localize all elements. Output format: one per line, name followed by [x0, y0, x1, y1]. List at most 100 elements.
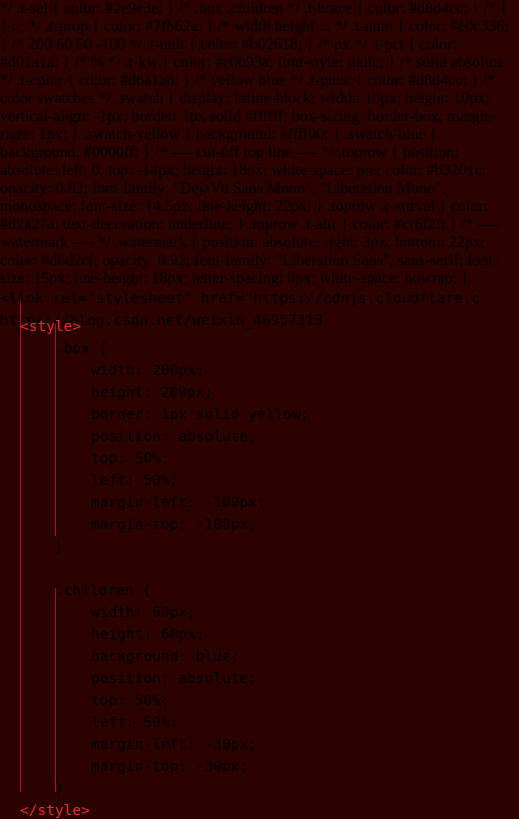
token-color: blue	[195, 649, 231, 665]
token-prop: margin-left	[91, 737, 188, 753]
token-punc: ;	[160, 451, 170, 467]
code-line[interactable]: </style>	[0, 800, 519, 819]
token-num: 200	[152, 363, 179, 379]
code-line[interactable]: top: 50%;	[0, 448, 519, 470]
token-punc: :	[134, 363, 153, 379]
token-pct: %	[152, 693, 161, 709]
code-line[interactable]: height: 200px;	[0, 382, 519, 404]
token-prop: height	[91, 627, 144, 643]
token-unit: px	[230, 737, 249, 753]
token-punc: ;	[204, 385, 214, 401]
token-unit: px	[169, 605, 188, 621]
token-sp	[239, 407, 248, 423]
code-line[interactable]: left: 50%;	[0, 712, 519, 734]
token-sp	[187, 407, 196, 423]
token-punc: ;	[160, 693, 170, 709]
code-line[interactable]: }	[0, 536, 519, 558]
token-prop: position	[91, 671, 161, 687]
token-pct: %	[160, 715, 170, 731]
token-punc: ;	[248, 737, 257, 753]
token-punc: :	[160, 429, 179, 445]
token-unit: px	[221, 759, 240, 775]
token-punc: ;	[256, 495, 266, 511]
code-line[interactable]: top: 50%;	[0, 690, 519, 712]
token-brace: {	[142, 583, 152, 599]
token-prop: margin-top	[91, 759, 179, 775]
code-line[interactable]: margin-top: -100px;	[0, 514, 519, 536]
token-punc: :	[143, 385, 161, 401]
token-sel: .box	[55, 341, 90, 357]
token-sp	[90, 341, 99, 357]
code-line[interactable]	[0, 558, 519, 580]
token-num: 50	[134, 451, 153, 467]
token-num: 50	[134, 693, 153, 709]
token-pct: %	[152, 451, 161, 467]
token-num: 50	[143, 473, 161, 489]
code-line[interactable]: margin-left: -30px;	[0, 734, 519, 756]
token-punc: ;	[169, 473, 179, 489]
token-color: yellow	[248, 407, 301, 423]
code-line[interactable]: .children {	[0, 580, 519, 602]
token-prop: height	[91, 385, 144, 401]
token-brace: {	[98, 341, 108, 357]
token-punc: :	[178, 649, 196, 665]
token-punc: ;	[300, 407, 310, 423]
token-punc: :	[178, 759, 196, 775]
token-num: 60	[152, 605, 170, 621]
token-kw: solid	[195, 407, 240, 423]
token-prop: width	[91, 605, 135, 621]
token-num: -30	[204, 737, 231, 753]
token-punc: ;	[230, 649, 240, 665]
token-punc: :	[143, 627, 161, 643]
code-line[interactable]: left: 50%;	[0, 470, 519, 492]
code-content[interactable]: <style> .box {width: 200px; height: 200px;…	[0, 288, 519, 819]
code-line[interactable]: }	[0, 778, 519, 800]
token-punc: ;	[187, 605, 196, 621]
token-num: 1	[160, 407, 170, 423]
token-punc: ;	[248, 671, 257, 687]
token-punc: ;	[248, 429, 257, 445]
token-unit: px	[239, 495, 257, 511]
code-line[interactable]: width: 200px;	[0, 360, 519, 382]
token-prop: left	[91, 715, 126, 731]
token-num: -100	[204, 495, 240, 511]
token-unit: px	[169, 407, 188, 423]
token-kw: absolute	[178, 671, 249, 687]
code-line[interactable]: height: 60px;	[0, 624, 519, 646]
code-line[interactable]: width: 60px;	[0, 602, 519, 624]
token-brace: }	[55, 539, 64, 555]
token-prop: position	[91, 429, 161, 445]
token-tag: <style>	[20, 319, 82, 335]
token-punc: ;	[195, 627, 205, 643]
token-num: 60	[160, 627, 179, 643]
token-prop: top	[91, 693, 118, 709]
code-line[interactable]: margin-top: -30px;	[0, 756, 519, 778]
token-unit: px	[187, 385, 205, 401]
token-prop: margin-left	[91, 495, 188, 511]
token-prop: width	[91, 363, 135, 379]
code-line[interactable]: .box {	[0, 338, 519, 360]
token-tag: </style>	[20, 803, 90, 819]
token-punc: :	[143, 407, 161, 423]
token-punc: :	[160, 671, 179, 687]
code-line[interactable]: <style>	[0, 316, 519, 338]
token-num: 50	[143, 715, 161, 731]
token-sp	[134, 583, 143, 599]
token-punc: ;	[195, 363, 205, 379]
code-editor-screenshot: <link rel="stylesheet" href="https://cdn…	[0, 288, 519, 819]
token-punc: :	[125, 473, 144, 489]
token-punc: :	[125, 715, 144, 731]
token-unit: px	[178, 627, 196, 643]
token-punc: :	[187, 737, 205, 753]
code-line[interactable]: position: absolute;	[0, 668, 519, 690]
code-line[interactable]: background: blue;	[0, 646, 519, 668]
code-line[interactable]: position: absolute;	[0, 426, 519, 448]
token-prop: border	[91, 407, 144, 423]
token-punc: :	[134, 605, 153, 621]
token-punc: ;	[169, 715, 179, 731]
code-line[interactable]: margin-left: -100px;	[0, 492, 519, 514]
token-punc: :	[187, 495, 205, 511]
token-prop: top	[91, 451, 118, 467]
token-punc: ;	[239, 759, 249, 775]
code-line[interactable]: border: 1px solid yellow;	[0, 404, 519, 426]
